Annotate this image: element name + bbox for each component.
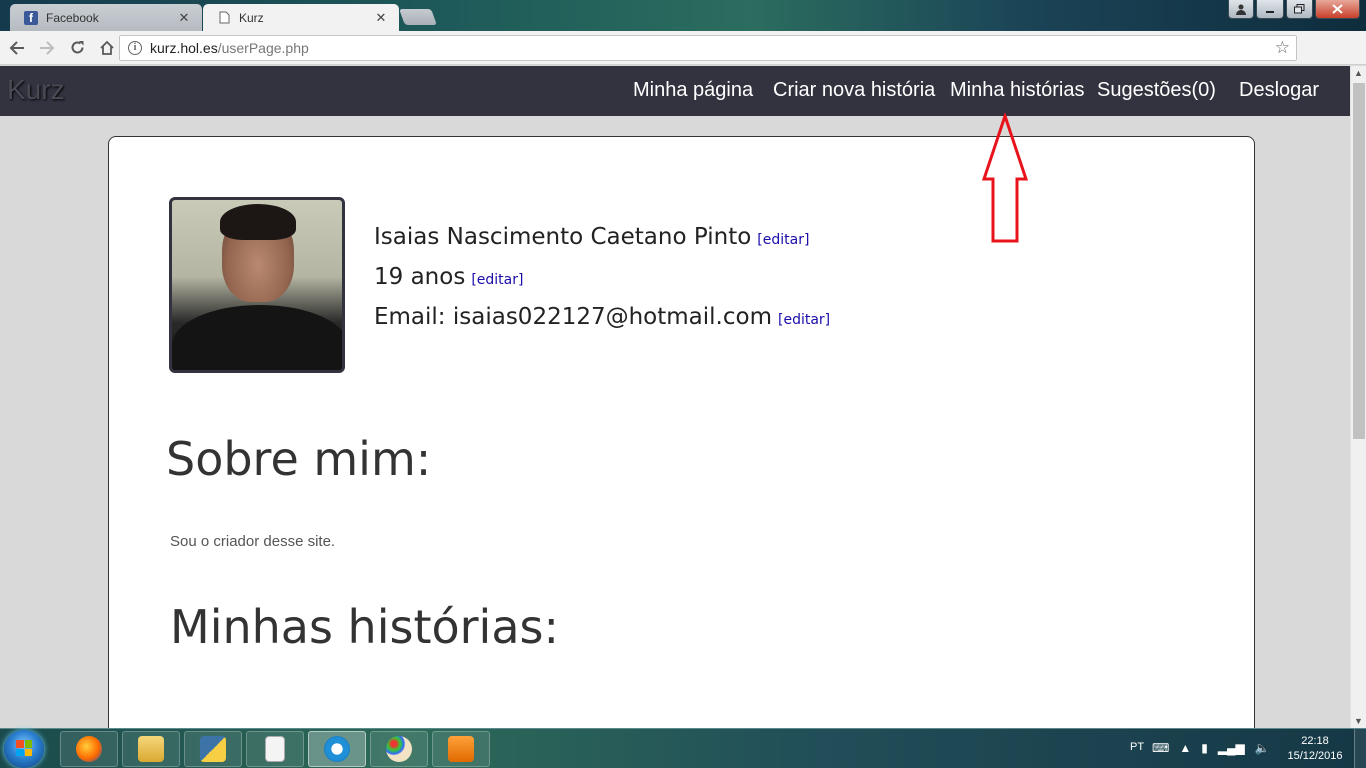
- taskbar-notepad[interactable]: [246, 731, 304, 767]
- scroll-down-icon[interactable]: ▼: [1354, 716, 1363, 726]
- back-arrow-icon[interactable]: [4, 35, 30, 61]
- close-window-button[interactable]: [1315, 0, 1360, 19]
- profile-avatar: [169, 197, 345, 373]
- scroll-up-icon[interactable]: ▲: [1354, 68, 1363, 78]
- close-icon[interactable]: ✕: [373, 10, 389, 26]
- tab-label: Kurz: [239, 10, 264, 25]
- profile-name: Isaias Nascimento Caetano Pinto: [374, 224, 752, 250]
- browser-toolbar: i kurz.hol.es/userPage.php ☆ 12: [0, 31, 1366, 91]
- red-arrow-annotation: [981, 113, 1029, 243]
- nav-criar-historia[interactable]: Criar nova história: [773, 79, 935, 102]
- system-tray: ⌨ ▲ ▮ ▂▄▆ 🔈: [1152, 741, 1270, 755]
- show-desktop-button[interactable]: [1354, 729, 1366, 768]
- taskbar-explorer[interactable]: [122, 731, 180, 767]
- minimize-button[interactable]: [1256, 0, 1284, 19]
- scroll-thumb[interactable]: [1353, 83, 1365, 439]
- taskbar-firefox[interactable]: [60, 731, 118, 767]
- browser-titlebar: f Facebook ✕ Kurz ✕: [0, 0, 1366, 31]
- python-icon: [200, 736, 226, 762]
- info-icon[interactable]: i: [128, 41, 142, 55]
- taskbar-python[interactable]: [184, 731, 242, 767]
- windows-taskbar: PT ⌨ ▲ ▮ ▂▄▆ 🔈 22:18 15/12/2016: [0, 728, 1366, 768]
- profile-age: 19 anos: [374, 264, 466, 290]
- keyboard-icon[interactable]: ⌨: [1152, 741, 1169, 755]
- profile-name-row: Isaias Nascimento Caetano Pinto [editar]: [374, 224, 809, 250]
- url-path: /userPage.php: [217, 40, 309, 56]
- taskbar-media[interactable]: [432, 731, 490, 767]
- paint-palette-icon: [386, 736, 412, 762]
- user-icon[interactable]: [1228, 0, 1254, 19]
- volume-icon[interactable]: 🔈: [1255, 741, 1270, 755]
- windows-logo-icon: [16, 740, 32, 756]
- home-icon[interactable]: [94, 35, 120, 61]
- edit-age-link[interactable]: [editar]: [471, 272, 523, 288]
- taskbar-chrome[interactable]: [308, 731, 366, 767]
- nav-minha-pagina[interactable]: Minha página: [633, 79, 753, 102]
- tray-expand-icon[interactable]: ▲: [1179, 741, 1191, 755]
- folder-icon: [138, 736, 164, 762]
- facebook-icon: f: [24, 10, 38, 25]
- nav-minha-historias[interactable]: Minha histórias: [950, 79, 1085, 102]
- about-heading: Sobre mim:: [166, 432, 432, 486]
- tab-facebook[interactable]: f Facebook ✕: [10, 4, 202, 31]
- nav-links: Minha página Criar nova história Minha h…: [0, 79, 1350, 105]
- forward-arrow-icon[interactable]: [34, 35, 60, 61]
- battery-icon[interactable]: ▮: [1201, 741, 1208, 755]
- firefox-icon: [76, 736, 102, 762]
- page-scrollbar[interactable]: ▲ ▼: [1350, 66, 1366, 728]
- address-bar[interactable]: i kurz.hol.es/userPage.php ☆: [119, 35, 1297, 61]
- clock-date: 15/12/2016: [1287, 750, 1343, 762]
- edit-name-link[interactable]: [editar]: [757, 232, 809, 248]
- profile-email: Email: isaias022127@hotmail.com: [374, 304, 772, 330]
- tab-label: Facebook: [46, 10, 99, 25]
- edit-email-link[interactable]: [editar]: [778, 312, 830, 328]
- nav-deslogar[interactable]: Deslogar: [1239, 79, 1319, 102]
- browser-app-icon: [324, 736, 350, 762]
- bookmark-star-icon[interactable]: ☆: [1275, 38, 1290, 58]
- media-player-icon: [448, 736, 474, 762]
- tab-kurz[interactable]: Kurz ✕: [203, 4, 399, 31]
- about-text: Sou o criador desse site.: [170, 533, 336, 550]
- profile-age-row: 19 anos [editar]: [374, 264, 523, 290]
- system-clock[interactable]: 22:18 15/12/2016: [1284, 734, 1346, 764]
- url-host: kurz.hol.es: [150, 40, 218, 56]
- reload-icon[interactable]: [64, 35, 90, 61]
- clock-time: 22:18: [1301, 735, 1329, 747]
- taskbar-paint[interactable]: [370, 731, 428, 767]
- profile-email-row: Email: isaias022127@hotmail.com [editar]: [374, 304, 830, 330]
- new-tab-button[interactable]: [399, 9, 437, 25]
- restore-button[interactable]: [1286, 0, 1313, 19]
- stories-heading: Minhas histórias:: [170, 600, 559, 654]
- nav-sugestoes[interactable]: Sugestões(0): [1097, 79, 1216, 102]
- start-button[interactable]: [4, 730, 44, 768]
- signal-icon[interactable]: ▂▄▆: [1218, 741, 1245, 755]
- page-icon: [217, 11, 231, 25]
- window-controls: [1228, 0, 1360, 19]
- site-navbar: Kurz Minha página Criar nova história Mi…: [0, 66, 1350, 116]
- language-indicator[interactable]: PT: [1130, 741, 1144, 753]
- close-icon[interactable]: ✕: [176, 10, 192, 26]
- document-icon: [265, 736, 285, 762]
